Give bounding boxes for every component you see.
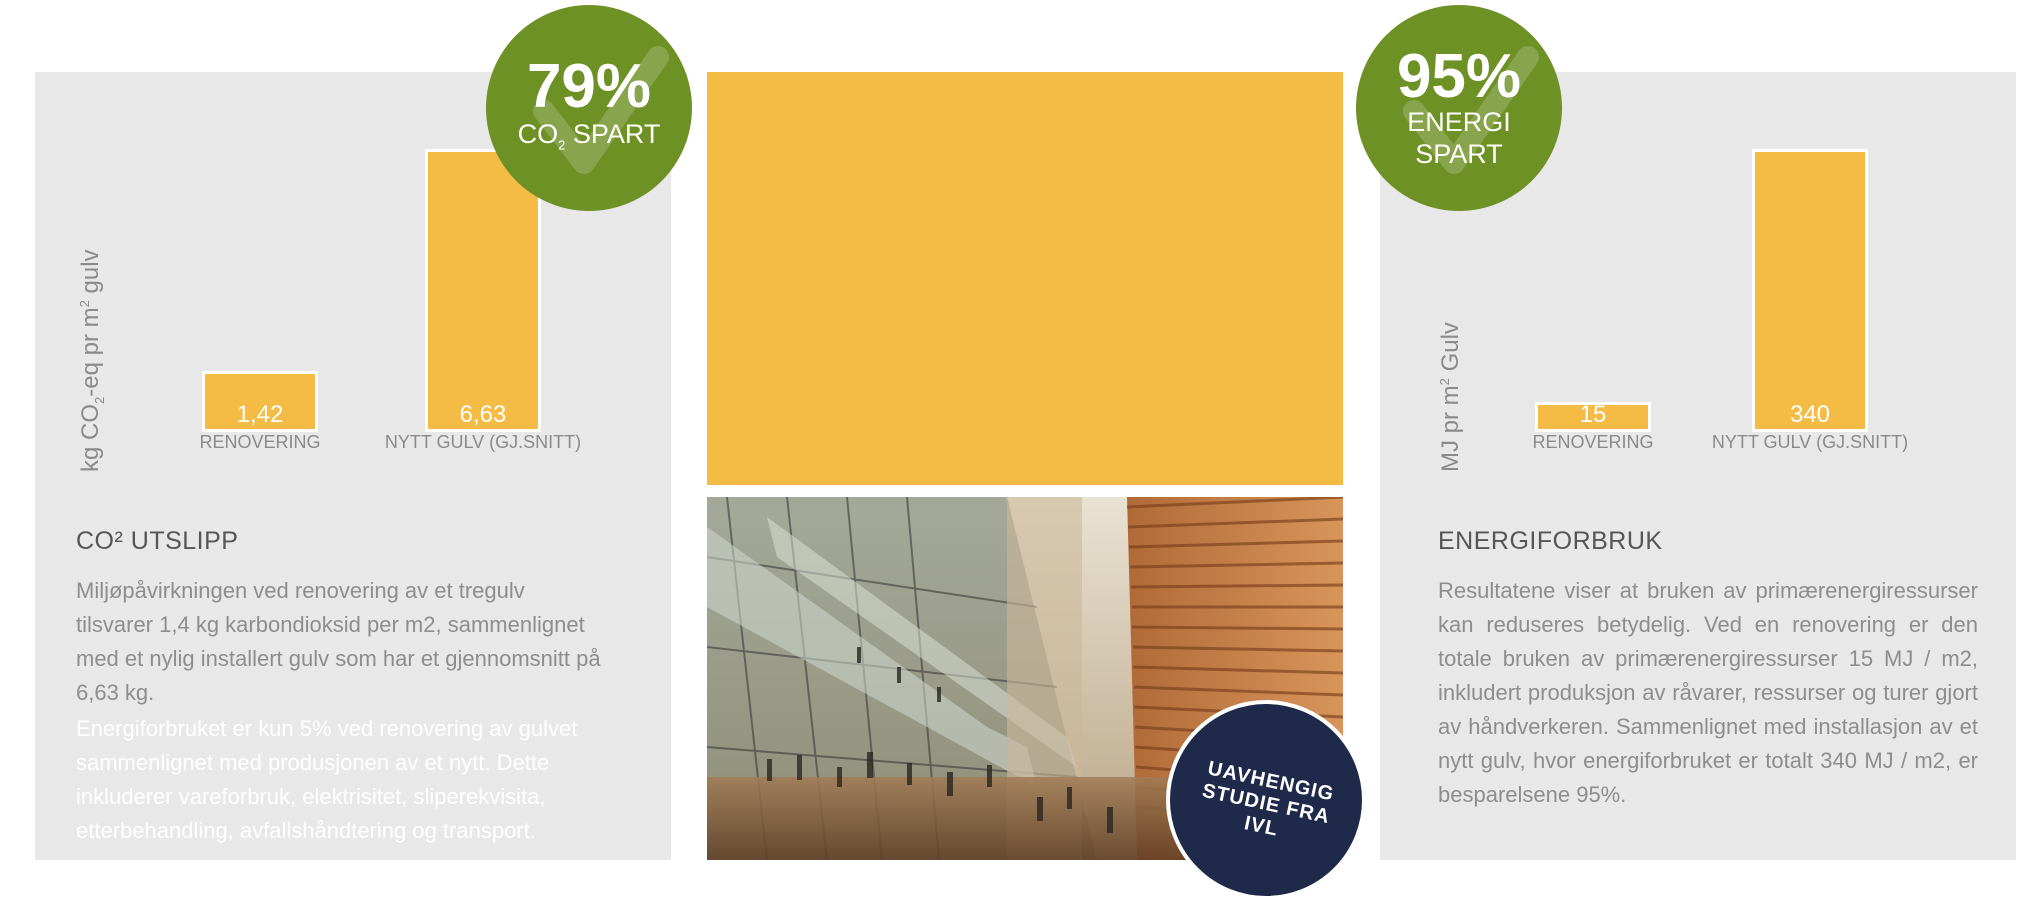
co2-saved-badge: 79% CO2 SPART: [486, 5, 692, 211]
co2-bar-value-renovering: 1,42: [236, 401, 284, 428]
energy-category-renovering: RENOVERING: [1532, 432, 1654, 452]
energy-bar-renovering: 15: [1535, 401, 1651, 432]
ivl-study-badge: UAVHENGIG STUDIE FRA IVL: [1166, 700, 1366, 900]
energy-bar-nytt-gulv: 340: [1752, 149, 1868, 432]
co2-category-renovering: RENOVERING: [199, 432, 321, 452]
co2-paragraph-2: Energiforbruket er kun 5% ved renovering…: [76, 716, 578, 843]
yellow-color-block: [707, 72, 1343, 485]
co2-paragraph-1: Miljøpåvirkningen ved renovering av et t…: [76, 578, 601, 705]
energy-saved-percent: 95%: [1396, 42, 1522, 111]
co2-category-nytt-gulv: NYTT GULV (GJ.SNITT): [384, 432, 582, 452]
co2-bar-value-nytt-gulv: 6,63: [459, 401, 507, 428]
energy-saved-label-line-2: SPART: [1415, 139, 1503, 169]
co2-y-axis-label: kg CO2-eq pr m2 gulv: [77, 249, 107, 472]
co2-bar-renovering: 1,42: [202, 371, 318, 432]
energy-heading: ENERGIFORBRUK: [1438, 527, 1663, 555]
energy-saved-badge: 95% ENERGI SPART: [1356, 5, 1562, 211]
co2-heading: CO² UTSLIPP: [76, 527, 239, 555]
co2-saved-percent: 79%: [526, 52, 652, 121]
energy-bar-value-nytt-gulv: 340: [1789, 401, 1831, 428]
energy-saved-label-line-1: ENERGI: [1407, 107, 1511, 137]
energy-paragraph: Resultatene viser at bruken av primærene…: [1438, 578, 1978, 807]
energy-y-axis-label: MJ pr m2 Gulv: [1437, 322, 1464, 472]
energy-category-nytt-gulv: NYTT GULV (GJ.SNITT): [1711, 432, 1909, 452]
co2-saved-label: CO2 SPART: [517, 119, 661, 153]
energy-bar-value-renovering: 15: [1579, 401, 1607, 428]
